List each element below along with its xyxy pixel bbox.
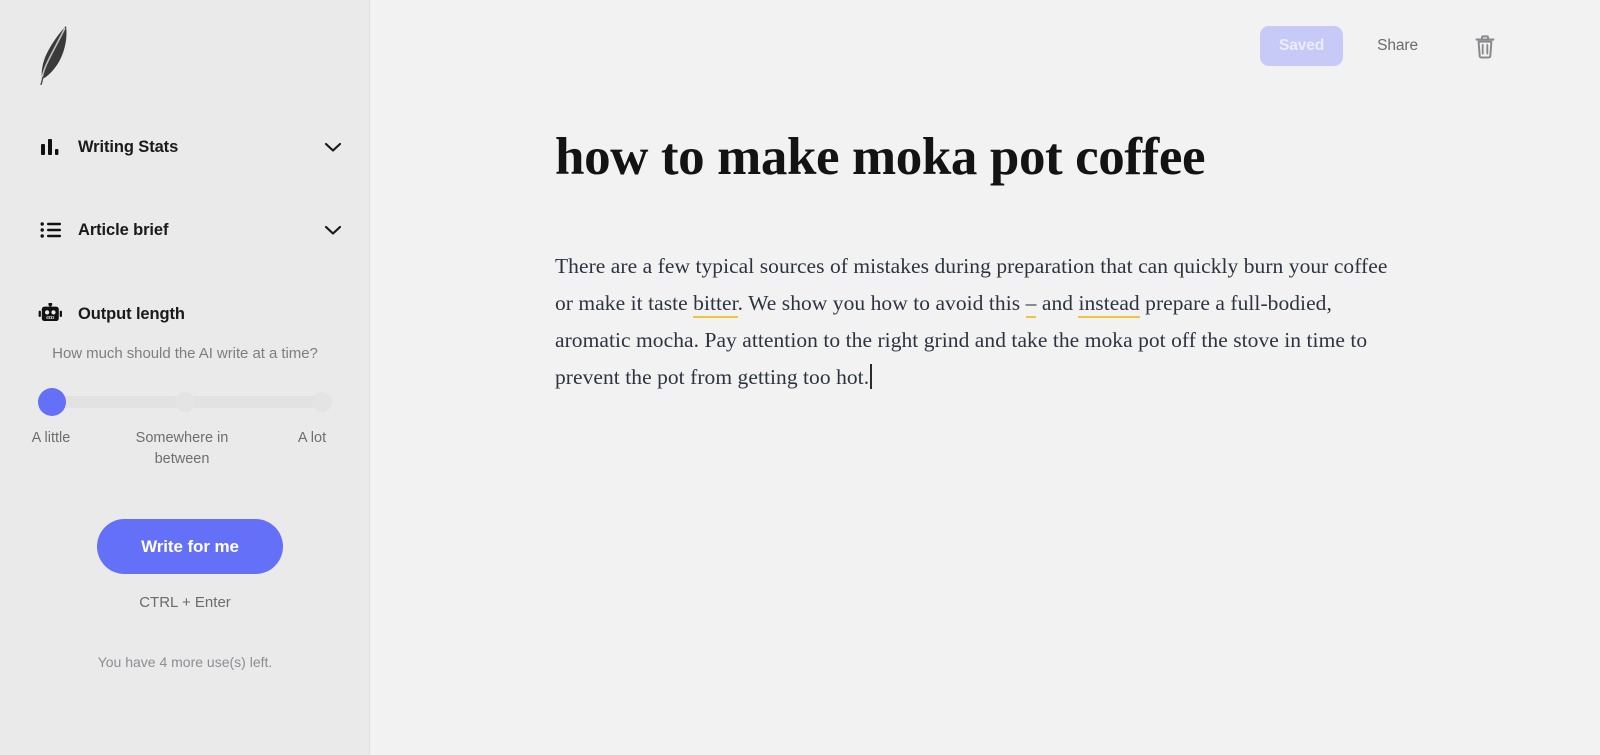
slider-label-middle: Somewhere in between bbox=[135, 430, 229, 467]
keyboard-shortcut-hint: CTRL + Enter bbox=[139, 594, 231, 611]
list-icon bbox=[38, 217, 64, 243]
top-toolbar: Saved Share bbox=[370, 0, 1600, 92]
trash-icon[interactable] bbox=[1472, 32, 1498, 60]
slider-tick-end bbox=[312, 392, 332, 412]
share-button[interactable]: Share bbox=[1371, 29, 1424, 63]
text-caret bbox=[870, 363, 872, 389]
sidebar-item-article-brief[interactable]: Article brief bbox=[0, 213, 370, 247]
chevron-down-icon[interactable] bbox=[324, 138, 342, 156]
write-for-me-button[interactable]: Write for me bbox=[97, 519, 283, 574]
main-area: Saved Share how to make moka pot coffee … bbox=[370, 0, 1600, 755]
bar-chart-icon bbox=[38, 134, 64, 160]
robot-icon bbox=[38, 301, 64, 327]
remaining-uses-text: You have 4 more use(s) left. bbox=[97, 654, 273, 670]
paragraph-text: and bbox=[1036, 291, 1079, 316]
sidebar-item-writing-stats[interactable]: Writing Stats bbox=[0, 130, 370, 164]
output-length-slider[interactable] bbox=[38, 388, 332, 418]
status-badge-saved: Saved bbox=[1259, 26, 1344, 66]
slider-label-lot: A lot bbox=[297, 430, 327, 446]
app-root: Writing Stats Article brief Output lengt… bbox=[0, 0, 1600, 755]
grammar-suggestion[interactable]: bitter bbox=[693, 291, 738, 319]
sidebar-section-output-length: Output length bbox=[0, 297, 370, 331]
document-editor[interactable]: how to make moka pot coffee There are a … bbox=[555, 128, 1405, 395]
sidebar-item-label: Output length bbox=[78, 304, 185, 323]
grammar-suggestion[interactable]: instead bbox=[1078, 291, 1140, 319]
paragraph-text: . We show you how to avoid this bbox=[737, 291, 1026, 316]
feather-quill-logo[interactable] bbox=[28, 22, 80, 86]
grammar-suggestion[interactable]: – bbox=[1025, 291, 1037, 319]
slider-label-little: A little bbox=[31, 430, 71, 446]
slider-thumb[interactable] bbox=[38, 388, 66, 416]
document-paragraph[interactable]: There are a few typical sources of mista… bbox=[555, 248, 1405, 395]
document-body[interactable]: There are a few typical sources of mista… bbox=[555, 248, 1405, 395]
chevron-down-icon[interactable] bbox=[324, 221, 342, 239]
output-length-question: How much should the AI write at a time? bbox=[52, 345, 318, 362]
sidebar-item-label: Article brief bbox=[78, 220, 169, 239]
sidebar: Writing Stats Article brief Output lengt… bbox=[0, 0, 370, 755]
sidebar-item-label: Writing Stats bbox=[78, 137, 179, 156]
document-title[interactable]: how to make moka pot coffee bbox=[555, 128, 1405, 186]
slider-tick-middle bbox=[175, 392, 195, 412]
